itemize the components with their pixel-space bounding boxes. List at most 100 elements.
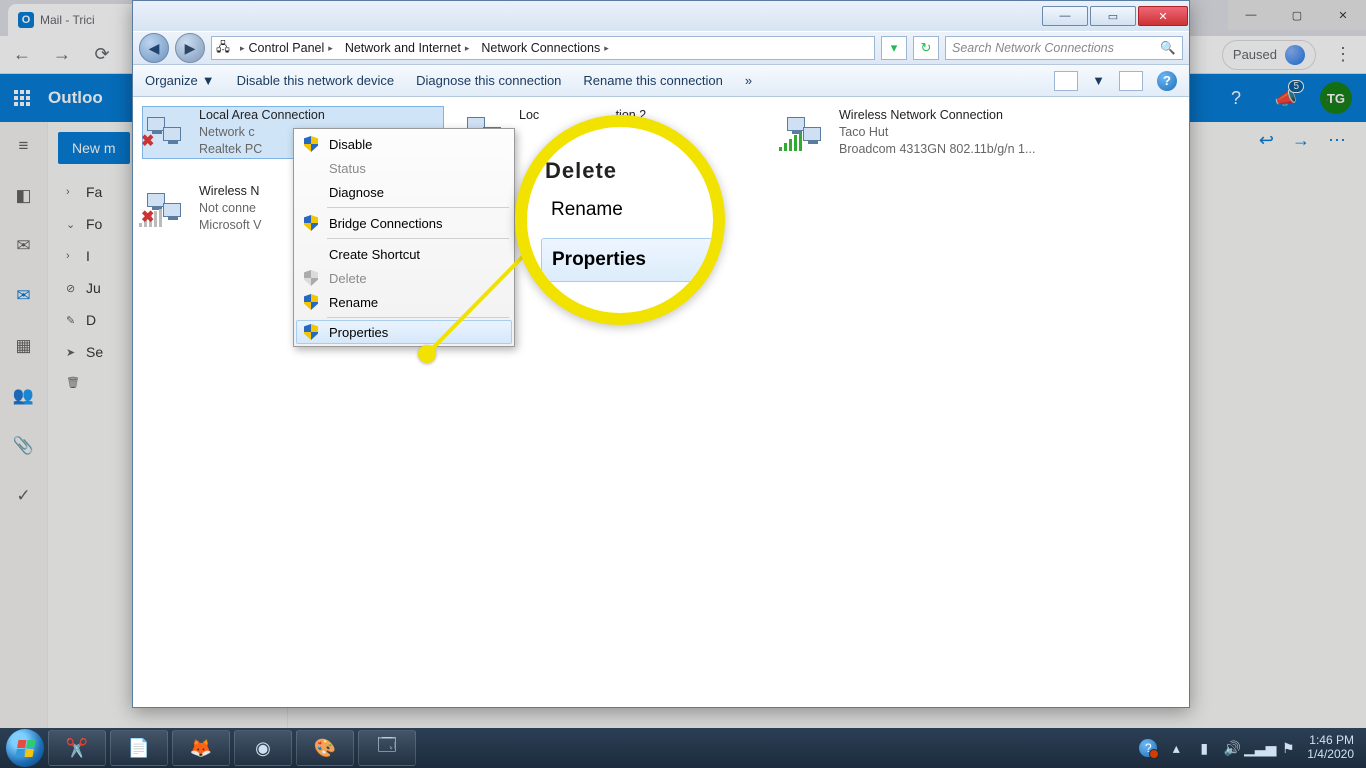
nav-forward-button[interactable]: ▶ [175, 33, 205, 63]
ctx-properties[interactable]: Properties [296, 320, 512, 344]
ctx-label: Rename [329, 295, 378, 310]
nav-back-button[interactable]: ◀ [139, 33, 169, 63]
taskbar-clock[interactable]: 1:46 PM 1/4/2020 [1307, 734, 1354, 762]
ctx-disable[interactable]: Disable [297, 132, 511, 156]
task-snipping-tool[interactable]: ✂️ [48, 730, 106, 766]
connection-title: Wireless N [199, 183, 262, 200]
shield-icon [301, 270, 321, 286]
breadcrumb-segment[interactable]: Network and Internet▸ [339, 37, 476, 59]
action-center-icon[interactable]: ? [1139, 739, 1157, 757]
task-paint[interactable]: 🎨 [296, 730, 354, 766]
flag-icon[interactable]: ⚑ [1279, 739, 1297, 757]
breadcrumb-label: Network Connections [481, 41, 600, 55]
breadcrumb-label: Control Panel [249, 41, 325, 55]
task-firefox[interactable]: 🦊 [172, 730, 230, 766]
refresh-button[interactable]: ↻ [913, 36, 939, 60]
cmd-label: Organize [145, 73, 198, 88]
app-launcher-icon[interactable] [14, 90, 30, 106]
ctx-diagnose[interactable]: Diagnose [297, 180, 511, 204]
ctx-separator [327, 317, 509, 318]
notifications-icon[interactable]: 📣5 [1270, 82, 1302, 114]
rail-todo-icon[interactable]: ✓ [8, 480, 40, 512]
task-control-panel[interactable]: 🗔 [358, 730, 416, 766]
view-options-button[interactable] [1054, 71, 1078, 91]
rename-button[interactable]: Rename this connection [583, 73, 722, 88]
shield-icon [301, 324, 321, 340]
browser-menu-button[interactable]: ⋮ [1328, 44, 1358, 65]
view-dropdown-icon[interactable]: ▼ [1092, 73, 1105, 88]
folder-label: Se [86, 344, 103, 360]
bg-maximize-button[interactable]: ▢ [1274, 0, 1320, 30]
outlook-favicon-icon: O [18, 12, 34, 28]
explorer-titlebar[interactable]: — ▭ ✕ [133, 1, 1189, 31]
more-commands-button[interactable]: » [745, 73, 752, 88]
rail-menu-icon[interactable]: ≡ [8, 130, 40, 162]
profile-avatar-icon [1285, 45, 1305, 65]
callout-rename-row: Rename [541, 188, 713, 232]
outlook-brand: Outloo [48, 88, 103, 108]
rail-mail-icon[interactable]: ✉ [8, 230, 40, 262]
ctx-separator [327, 207, 509, 208]
start-button[interactable] [6, 729, 44, 767]
preview-pane-button[interactable] [1119, 71, 1143, 91]
maximize-button[interactable]: ▭ [1090, 6, 1136, 26]
browser-tab-title: Mail - Trici [40, 13, 95, 27]
more-actions-icon[interactable]: ⋯ [1328, 130, 1346, 151]
rail-calendar-icon[interactable]: ▦ [8, 330, 40, 362]
taskbar: ✂️ 📄 🦊 ◉ 🎨 🗔 ? ▴ ▮ 🔊 ▁▃▅ ⚑ 1:46 PM 1/4/2… [0, 728, 1366, 768]
ctx-delete: Delete [297, 266, 511, 290]
rail-mail-active-icon[interactable]: ✉ [8, 280, 40, 312]
volume-icon[interactable]: 🔊 [1223, 739, 1241, 757]
ctx-separator [327, 238, 509, 239]
disable-device-button[interactable]: Disable this network device [237, 73, 395, 88]
ctx-bridge[interactable]: Bridge Connections [297, 211, 511, 235]
forward-button[interactable]: → [48, 41, 76, 69]
ctx-create-shortcut[interactable]: Create Shortcut [297, 242, 511, 266]
disconnected-x-icon: ✖ [141, 131, 154, 151]
callout-fragment-delete: Delete [541, 158, 713, 184]
shield-icon [301, 294, 321, 310]
dropdown-icon: ▼ [202, 73, 215, 88]
task-notepad[interactable]: 📄 [110, 730, 168, 766]
help-button[interactable]: ? [1157, 71, 1177, 91]
search-placeholder: Search Network Connections [952, 41, 1114, 55]
address-bar[interactable]: 🖧 ▸Control Panel▸ Network and Internet▸ … [211, 36, 875, 60]
rail-outlook-icon[interactable]: ◧ [8, 180, 40, 212]
diagnose-button[interactable]: Diagnose this connection [416, 73, 561, 88]
breadcrumb-segment[interactable]: ▸Control Panel▸ [234, 37, 339, 59]
network-tray-icon[interactable]: ▁▃▅ [1251, 739, 1269, 757]
rail-files-icon[interactable]: 📎 [8, 430, 40, 462]
battery-icon[interactable]: ▮ [1195, 739, 1213, 757]
help-icon[interactable]: ? [1220, 82, 1252, 114]
organize-menu[interactable]: Organize ▼ [145, 73, 215, 88]
rail-people-icon[interactable]: 👥 [8, 380, 40, 412]
bg-close-button[interactable]: ✕ [1320, 0, 1366, 30]
explorer-window: — ▭ ✕ ◀ ▶ 🖧 ▸Control Panel▸ Network and … [132, 0, 1190, 708]
tray-show-hidden-icon[interactable]: ▴ [1167, 739, 1185, 757]
reading-pane-more[interactable]: ⋯ [1324, 90, 1342, 111]
wireless-adapter-icon: ✖ [143, 183, 191, 225]
reply-all-icon[interactable]: ↩ [1259, 130, 1274, 151]
breadcrumb-segment[interactable]: Network Connections▸ [475, 37, 614, 59]
task-chrome[interactable]: ◉ [234, 730, 292, 766]
close-button[interactable]: ✕ [1138, 6, 1188, 26]
history-dropdown-button[interactable]: ▾ [881, 36, 907, 60]
ctx-label: Delete [329, 271, 367, 286]
system-tray: ? ▴ ▮ 🔊 ▁▃▅ ⚑ 1:46 PM 1/4/2020 [1139, 734, 1360, 762]
bg-minimize-button[interactable]: — [1228, 0, 1274, 30]
connection-status: Not conne [199, 200, 262, 217]
reload-button[interactable]: ⟳ [88, 41, 116, 69]
profile-paused-chip[interactable]: Paused [1222, 40, 1316, 70]
back-button[interactable]: ← [8, 41, 36, 69]
search-input[interactable]: Search Network Connections 🔍 [945, 36, 1183, 60]
clock-time: 1:46 PM [1307, 734, 1354, 748]
callout-properties-row: Properties [541, 238, 713, 282]
ctx-label: Create Shortcut [329, 247, 420, 262]
callout-label: Properties [552, 249, 646, 271]
forward-icon[interactable]: → [1292, 130, 1310, 151]
ctx-rename[interactable]: Rename [297, 290, 511, 314]
minimize-button[interactable]: — [1042, 6, 1088, 26]
new-message-button[interactable]: New m [58, 132, 130, 164]
address-icon: 🖧 [212, 38, 234, 59]
connection-item-wireless[interactable]: Wireless Network Connection Taco Hut Bro… [783, 107, 1083, 158]
